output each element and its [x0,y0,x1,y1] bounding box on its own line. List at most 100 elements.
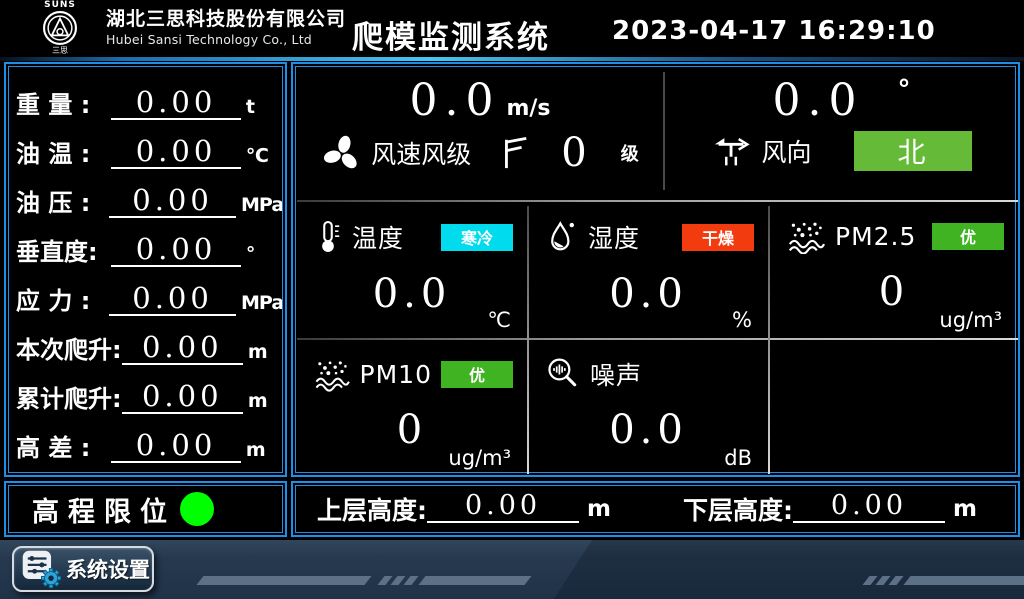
upper-height-value: 0.00 [427,491,579,523]
row-value: 0.00 [111,86,241,120]
stripe [903,576,1024,585]
layer-heights-panel: 上层高度: 0.00 m 下层高度: 0.00 m [291,481,1020,537]
row-value: 0.00 [111,429,241,463]
row-value: 0.00 [109,184,236,218]
row-value: 0.00 [122,380,243,414]
wind-vane-icon [711,131,753,171]
elevation-limit-label: 高程限位 [32,490,176,529]
wind-level-value: 0 [561,131,586,175]
noise-unit: dB [724,446,752,470]
humidity-value: 0.0 [531,270,766,318]
droplet-icon [545,218,579,256]
row-label: 油 压 : [16,188,109,218]
company-name-cn: 湖北三思科技股份有限公司 [106,8,346,30]
pm25-label: PM2.5 [835,222,916,251]
company-name-en: Hubei Sansi Technology Co., Ltd [106,32,346,48]
settings-sliders-gear-icon [20,548,62,590]
row-oil-temperature: 油 温 : 0.00 ℃ [16,125,277,169]
environment-panel: 0.0 m/s 风速风级 [291,62,1020,477]
wind-speed-block: 0.0 m/s 风速风级 [296,67,664,198]
pm10-status-badge: 优 [441,361,513,388]
humidity-cell: 湿度 干燥 0.0 % [531,204,766,336]
row-unit: m [241,437,277,463]
row-stress: 应 力 : 0.00 MPa [16,272,277,316]
thermometer-icon [313,218,343,256]
fan-icon [321,132,363,174]
datetime-display: 2023-04-17 16:29:10 [612,16,936,46]
particles-icon [313,356,351,392]
humidity-unit: % [732,308,752,332]
stripe [403,576,418,585]
elevation-limit-panel: 高程限位 [4,481,287,537]
logo-text-bottom: 三思 [52,46,68,55]
wind-speed-label: 风速风级 [371,135,471,171]
row-value: 0.00 [111,135,241,169]
row-label: 本次爬升: [16,335,122,365]
grid-line-horizontal-2 [297,338,1018,340]
row-value: 0.00 [109,282,236,316]
lower-height-value: 0.00 [793,491,945,523]
header: SUNS 三思 湖北三思科技股份有限公司 Hubei Sansi Technol… [0,0,1024,57]
upper-height-label: 上层高度: [317,491,427,527]
stripe [196,576,371,585]
wind-level-unit: 级 [621,140,639,166]
row-unit: ° [241,241,277,267]
pm10-label: PM10 [360,360,432,389]
temperature-status-badge: 寒冷 [441,224,513,251]
logo-text-top: SUNS [44,0,76,10]
wind-level-flag-icon [497,134,531,172]
lower-height-unit: m [953,496,977,522]
humidity-status-badge: 干燥 [682,224,754,251]
stripe [888,576,903,585]
header-divider-line [0,57,1024,61]
wind-direction-reading: 北 [854,131,972,171]
wind-direction-label: 风向 [761,133,811,169]
wind-direction-unit: ° [897,75,910,105]
settings-button-label: 系统设置 [66,554,150,584]
lower-height-label: 下层高度: [683,491,793,527]
humidity-label: 湿度 [588,219,640,255]
elevation-limit-indicator [180,492,214,526]
system-settings-button[interactable]: 系统设置 [12,546,154,592]
wind-speed-value: 0.0 [409,75,500,127]
row-verticality: 垂直度: 0.00 ° [16,223,277,267]
grid-line-vertical-1 [527,206,529,474]
pm25-status-badge: 优 [932,223,1004,250]
company-name: 湖北三思科技股份有限公司 Hubei Sansi Technology Co.,… [106,8,346,48]
row-total-climb: 累计爬升: 0.00 m [16,370,277,414]
pm10-cell: PM10 优 0 ug/m³ [299,342,525,474]
row-label: 高 差 : [16,433,111,463]
row-unit: MPa [236,192,277,218]
temperature-label: 温度 [352,219,404,255]
wind-section: 0.0 m/s 风速风级 [296,67,1019,198]
row-label: 应 力 : [16,286,109,316]
suns-logo-icon [42,10,78,46]
wind-speed-unit: m/s [506,96,550,121]
row-current-climb: 本次爬升: 0.00 m [16,321,277,365]
grid-line-horizontal-1 [297,200,1018,202]
monitoring-dashboard: SUNS 三思 湖北三思科技股份有限公司 Hubei Sansi Technol… [0,0,1024,599]
bottom-taskbar: 系统设置 [0,540,1024,599]
row-label: 累计爬升: [16,384,122,414]
temperature-cell: 温度 寒冷 0.0 ℃ [299,204,525,336]
row-unit: ℃ [241,143,277,169]
wind-section-divider [663,72,665,190]
row-height-difference: 高 差 : 0.00 m [16,419,277,463]
row-unit: m [243,339,277,365]
row-label: 油 温 : [16,139,111,169]
stripe [418,576,531,585]
row-label: 重 量 : [16,90,111,120]
noise-meter-icon [545,356,581,392]
taskbar-shade [554,540,1024,599]
measurements-sidebar: 重 量 : 0.00 t 油 温 : 0.00 ℃ 油 压 : 0.00 MPa… [4,62,287,477]
row-value: 0.00 [122,331,243,365]
row-value: 0.00 [111,233,241,267]
temperature-unit: ℃ [487,308,511,332]
upper-height-unit: m [587,496,611,522]
grid-line-vertical-2 [768,206,770,474]
noise-cell: 噪声 0.0 dB [531,342,766,474]
row-unit: t [241,94,277,120]
row-unit: m [243,388,277,414]
page-title: 爬模监测系统 [352,12,550,57]
particles-icon [786,218,826,254]
